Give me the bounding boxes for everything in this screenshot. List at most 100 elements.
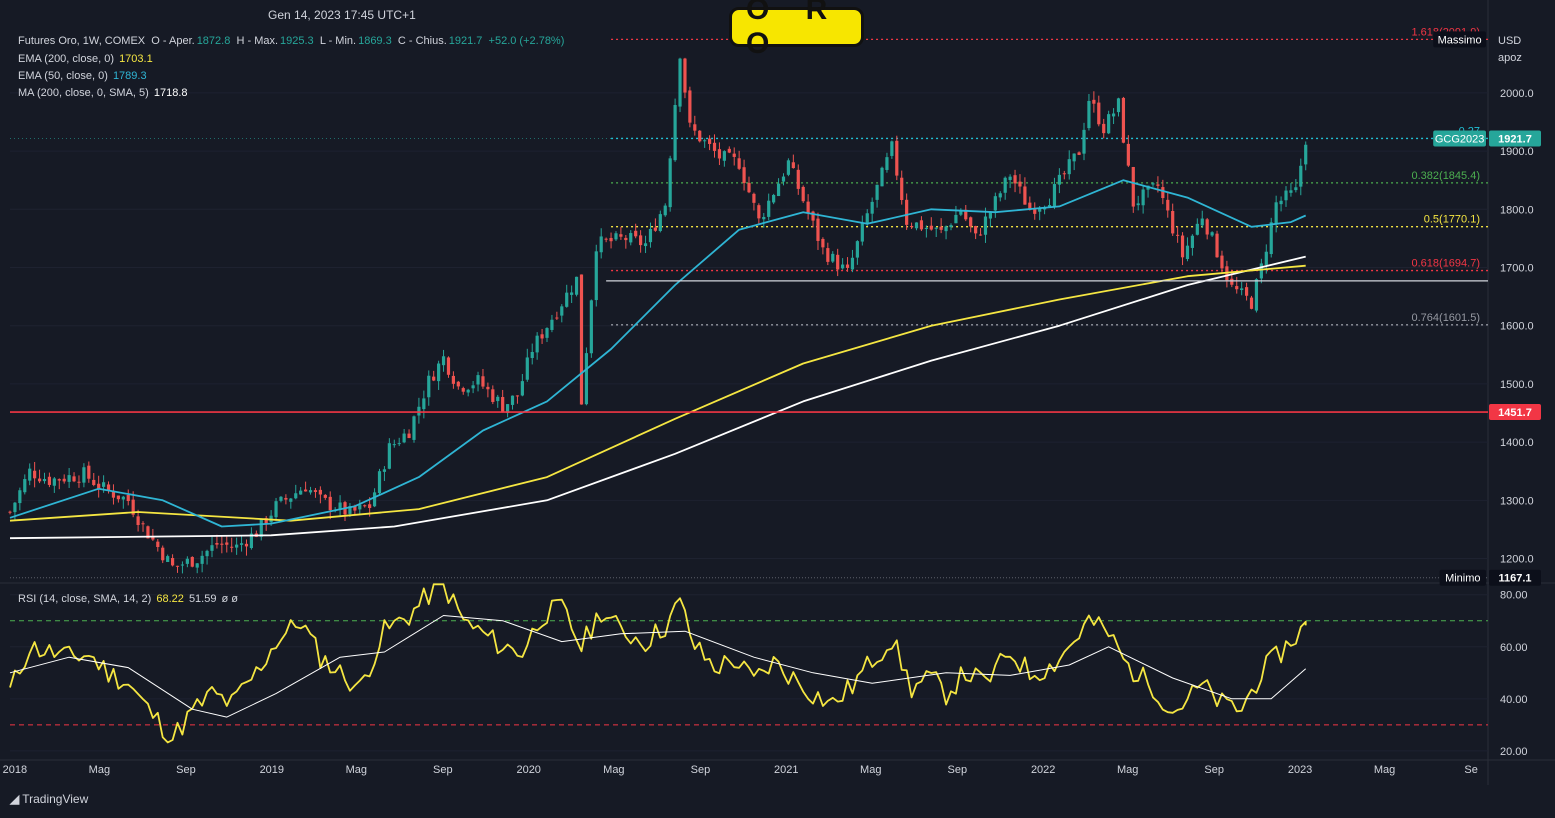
candle-body: [106, 484, 111, 491]
candle-body: [412, 416, 416, 440]
candle-body: [747, 182, 751, 193]
candle-body: [304, 489, 308, 492]
scale-label[interactable]: apoz: [1498, 52, 1522, 64]
candle-body: [924, 227, 928, 229]
candle-body: [1107, 114, 1111, 134]
candle-body: [446, 357, 451, 375]
candle-body: [274, 501, 278, 518]
candle-body: [983, 216, 988, 235]
price-tick-label: 1400.0: [1500, 437, 1534, 449]
candle-body: [1111, 113, 1116, 117]
candle-body: [974, 226, 978, 234]
candle-body: [387, 443, 391, 469]
time-axis[interactable]: 2018 Mag Sep 2019 Mag Sep 2020 Mag Sep 2021 Mag Sep…: [3, 764, 1478, 776]
rsi-tick-label: 80.00: [1500, 590, 1528, 602]
symbol-name[interactable]: Futures Oro, 1W, COMEX: [18, 35, 145, 47]
candle-body: [432, 376, 436, 381]
candle-body: [156, 541, 160, 547]
candle-body: [18, 490, 22, 504]
candle-body: [72, 476, 76, 482]
rsi-tick-label: 40.00: [1500, 694, 1528, 706]
currency-labels[interactable]: USD apoz: [1498, 33, 1538, 65]
candle-body: [594, 251, 598, 301]
rsi-pane[interactable]: [9, 583, 1488, 744]
candle-body: [1294, 187, 1298, 191]
candle-body: [732, 153, 736, 157]
candle-body: [284, 497, 288, 500]
legend-ema200-row[interactable]: EMA (200, close, 0) 1703.1: [18, 53, 153, 65]
price-axis[interactable]: 2000.0 1900.0 1800.0 1700.0 1600.0 1500.0 1400…: [1500, 88, 1534, 758]
ema200-value: 1703.1: [119, 53, 153, 65]
candle-body: [796, 169, 800, 189]
candle-body: [1141, 189, 1145, 206]
candle-body: [584, 353, 589, 405]
high-value: 1925.3: [280, 35, 314, 47]
candle-body: [313, 490, 318, 492]
ma200-value: 1718.8: [153, 87, 188, 99]
candle-body: [909, 226, 914, 228]
legend-ma200-row[interactable]: MA (200, close, 0, SMA, 5) 1718.8: [18, 87, 188, 99]
candle-body: [382, 469, 387, 472]
legend-symbol-row[interactable]: Futures Oro, 1W, COMEX O - Aper. 1872.8 H…: [18, 35, 564, 47]
tradingview-logo-icon: ◢: [10, 792, 19, 806]
ema200-label[interactable]: EMA (200, close, 0): [18, 53, 114, 65]
candle-body: [175, 565, 180, 567]
ma200-label[interactable]: MA (200, close, 0, SMA, 5): [18, 87, 149, 99]
time-tick-label: Se: [1464, 764, 1477, 776]
candle-body: [929, 225, 933, 230]
candle-body: [579, 274, 584, 405]
candle-body: [1082, 129, 1086, 154]
price-tick-label: 1500.0: [1500, 379, 1534, 391]
candle-body: [456, 381, 460, 387]
candle-body: [1131, 167, 1135, 207]
candle-body: [762, 216, 766, 220]
candle-body: [1033, 209, 1037, 214]
candle-body: [52, 478, 56, 486]
candle-body: [767, 200, 771, 217]
chart-canvas[interactable]: 1.618(2091.9)0.270.382(1845.4)0.5(1770.1…: [0, 0, 1555, 818]
candle-body: [703, 140, 707, 142]
candle-body: [604, 238, 608, 240]
candle-body: [1289, 190, 1293, 193]
candle-body: [1136, 203, 1140, 206]
candle-body: [200, 555, 204, 564]
candle-body: [668, 158, 672, 208]
candle-body: [658, 214, 662, 232]
candle-body: [998, 193, 1002, 198]
candle-body: [1200, 218, 1204, 226]
candle-body: [934, 227, 938, 229]
candle-body: [717, 149, 722, 159]
candle-body: [407, 433, 411, 439]
legend-ema50-row[interactable]: EMA (50, close, 0) 1789.3: [18, 70, 147, 82]
time-tick-label: Sep: [948, 764, 968, 776]
candle-body: [525, 357, 529, 380]
ema50-label[interactable]: EMA (50, close, 0): [18, 70, 108, 82]
candle-body: [850, 257, 855, 270]
candle-body: [634, 230, 638, 237]
close-value: 1921.7: [448, 35, 483, 47]
candle-body: [1185, 245, 1190, 260]
candle-body: [816, 218, 820, 241]
candle-body: [1215, 233, 1219, 258]
candle-body: [1166, 199, 1170, 211]
legend-rsi-row[interactable]: RSI (14, close, SMA, 14, 2) 68.22 51.59 …: [18, 593, 238, 605]
candle-body: [161, 547, 165, 561]
price-pane[interactable]: 1.618(2091.9)0.270.382(1845.4)0.5(1770.1…: [8, 26, 1488, 579]
candle-body: [1151, 183, 1155, 185]
candle-body: [210, 545, 214, 551]
candle-body: [166, 556, 170, 562]
candle-body: [599, 236, 603, 253]
time-tick-label: Mag: [1374, 764, 1395, 776]
ema50-value: 1789.3: [112, 70, 147, 82]
candle-body: [624, 237, 628, 241]
tradingview-logo[interactable]: ◢ TradingView: [10, 792, 88, 806]
candle-body: [323, 494, 327, 498]
currency-label[interactable]: USD: [1498, 35, 1521, 47]
candle-body: [639, 235, 643, 246]
candle-body: [259, 518, 263, 537]
candle-body: [772, 194, 776, 203]
candle-body: [742, 167, 746, 184]
candle-body: [1116, 98, 1121, 113]
rsi-label[interactable]: RSI (14, close, SMA, 14, 2): [18, 593, 151, 605]
rsi-value: 68.22: [156, 593, 184, 605]
